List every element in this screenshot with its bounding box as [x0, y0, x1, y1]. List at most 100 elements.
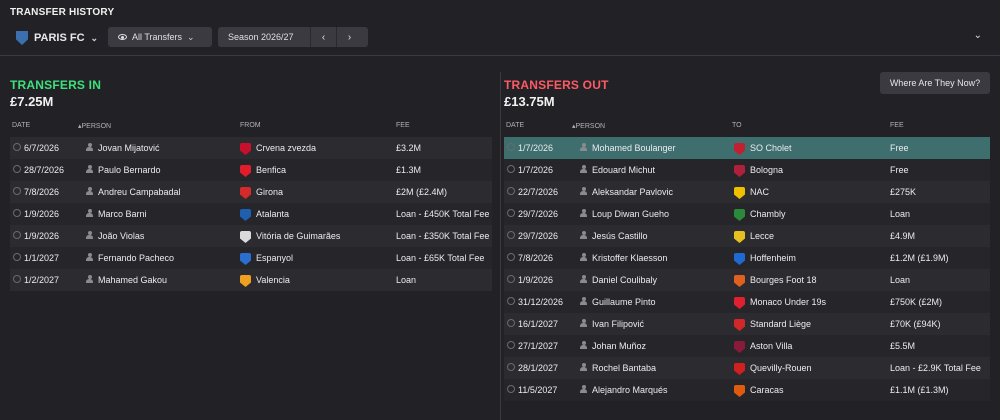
transfer-date: 29/7/2026	[518, 209, 559, 219]
player-name[interactable]: Daniel Coulibaly	[592, 275, 657, 285]
season-dropdown[interactable]: Season 2026/27	[218, 32, 310, 42]
transfer-fee: £1.3M	[396, 165, 422, 175]
column-header-date[interactable]: DATE	[12, 122, 30, 129]
table-row[interactable]: 7/8/2026 Andreu Campabadal Girona £2M (£2.4…	[10, 181, 492, 203]
player-name[interactable]: Alejandro Marqués	[592, 385, 668, 395]
player-name[interactable]: Kristoffer Klaesson	[592, 253, 667, 263]
transfer-date: 1/7/2026	[518, 165, 554, 175]
club-name[interactable]: Valencia	[256, 275, 290, 285]
player-name[interactable]: Mohamed Boulanger	[592, 143, 676, 153]
player-name[interactable]: Marco Barni	[98, 209, 147, 219]
club-name[interactable]: Chambly	[750, 209, 786, 219]
player-name[interactable]: Jesús Castillo	[592, 231, 648, 241]
table-row[interactable]: 6/7/2026 Jovan Mijatović Crvena zvezda £3.2…	[10, 137, 492, 159]
table-row[interactable]: 29/7/2026 Jesús Castillo Lecce £4.9M	[504, 225, 990, 247]
table-row[interactable]: 1/9/2026 Marco Barni Atalanta Loan - £450K …	[10, 203, 492, 225]
column-header-date[interactable]: DATE	[506, 122, 524, 129]
club-name[interactable]: Bologna	[750, 165, 783, 175]
club-name[interactable]: Monaco Under 19s	[750, 297, 826, 307]
column-header-from[interactable]: FROM	[240, 122, 261, 129]
table-row[interactable]: 1/7/2026 Mohamed Boulanger SO Cholet Free	[504, 137, 990, 159]
club-crest-icon	[734, 165, 745, 177]
transfer-fee: Loan - £65K Total Fee	[396, 253, 485, 263]
club-name[interactable]: Lecce	[750, 231, 774, 241]
club-crest-icon	[240, 275, 251, 287]
chevron-down-icon: ⌄	[90, 32, 99, 43]
club-name[interactable]: Crvena zvezda	[256, 143, 316, 153]
transfer-date: 1/9/2026	[518, 275, 554, 285]
player-name[interactable]: Rochel Bantaba	[592, 363, 656, 373]
club-name[interactable]: Vitória de Guimarães	[256, 231, 340, 241]
club-crest-icon	[734, 319, 745, 331]
club-crest-icon	[240, 253, 251, 265]
table-row[interactable]: 28/1/2027 Rochel Bantaba Quevilly-Rouen Loa…	[504, 357, 990, 379]
player-name[interactable]: Edouard Michut	[592, 165, 655, 175]
transfer-fee: £1.2M (£1.9M)	[890, 253, 949, 263]
player-name[interactable]: Andreu Campabadal	[98, 187, 181, 197]
clock-icon	[13, 143, 21, 151]
table-row[interactable]: 1/9/2026 Daniel Coulibaly Bourges Foot 18 L…	[504, 269, 990, 291]
table-row[interactable]: 27/1/2027 Johan Muñoz Aston Villa £5.5M	[504, 335, 990, 357]
next-season-button[interactable]: ›	[336, 27, 362, 47]
club-crest-icon	[240, 231, 251, 243]
transfer-fee: £3.2M	[396, 143, 422, 153]
clock-icon	[507, 231, 515, 239]
table-row[interactable]: 28/7/2026 Paulo Bernardo Benfica £1.3M	[10, 159, 492, 181]
player-name[interactable]: João Violas	[98, 231, 144, 241]
club-name[interactable]: NAC	[750, 187, 769, 197]
player-name[interactable]: Fernando Pacheco	[98, 253, 174, 263]
column-header-to[interactable]: TO	[732, 122, 742, 129]
transfer-date: 28/7/2026	[24, 165, 65, 175]
column-header-person[interactable]: ▴PERSON	[572, 122, 605, 130]
player-name[interactable]: Mahamed Gakou	[98, 275, 167, 285]
club-name[interactable]: Standard Liège	[750, 319, 811, 329]
collapse-chevron-icon[interactable]: ⌄	[974, 30, 982, 41]
where-are-they-now-button[interactable]: Where Are They Now?	[880, 72, 990, 94]
club-name[interactable]: Hoffenheim	[750, 253, 796, 263]
person-icon	[580, 319, 587, 327]
club-crest-icon	[240, 209, 251, 221]
club-name[interactable]: Benfica	[256, 165, 286, 175]
player-name[interactable]: Guillaume Pinto	[592, 297, 656, 307]
club-name[interactable]: Quevilly-Rouen	[750, 363, 812, 373]
column-header-fee[interactable]: FEE	[396, 122, 410, 129]
table-row[interactable]: 7/8/2026 Kristoffer Klaesson Hoffenheim £1.…	[504, 247, 990, 269]
clock-icon	[13, 165, 21, 173]
previous-season-button[interactable]: ‹	[310, 27, 336, 47]
transfers-out-rows: 1/7/2026 Mohamed Boulanger SO Cholet Free 1/…	[504, 137, 990, 401]
transfer-date: 1/9/2026	[24, 231, 60, 241]
person-icon	[580, 209, 587, 217]
table-row[interactable]: 11/5/2027 Alejandro Marqués Caracas £1.1M (…	[504, 379, 990, 401]
player-name[interactable]: Aleksandar Pavlovic	[592, 187, 673, 197]
table-row[interactable]: 1/1/2027 Fernando Pacheco Espanyol Loan - £…	[10, 247, 492, 269]
club-name[interactable]: Bourges Foot 18	[750, 275, 817, 285]
club-name[interactable]: Caracas	[750, 385, 784, 395]
transfer-filter-dropdown[interactable]: All Transfers ⌄	[108, 27, 212, 47]
club-crest-icon	[734, 143, 745, 155]
table-row[interactable]: 1/2/2027 Mahamed Gakou Valencia Loan	[10, 269, 492, 291]
club-name[interactable]: SO Cholet	[750, 143, 792, 153]
table-row[interactable]: 1/9/2026 João Violas Vitória de Guimarães L…	[10, 225, 492, 247]
table-row[interactable]: 22/7/2026 Aleksandar Pavlovic NAC £275K	[504, 181, 990, 203]
transfers-in-rows: 6/7/2026 Jovan Mijatović Crvena zvezda £3.2…	[10, 137, 492, 291]
column-header-fee[interactable]: FEE	[890, 122, 904, 129]
column-header-person[interactable]: ▴PERSON	[78, 122, 111, 130]
table-row[interactable]: 16/1/2027 Ivan Filipović Standard Liège £70…	[504, 313, 990, 335]
player-name[interactable]: Paulo Bernardo	[98, 165, 161, 175]
club-crest-icon	[734, 385, 745, 397]
table-row[interactable]: 31/12/2026 Guillaume Pinto Monaco Under 19…	[504, 291, 990, 313]
person-icon	[86, 187, 93, 195]
club-selector[interactable]: PARIS FC ⌄	[16, 28, 98, 48]
player-name[interactable]: Loup Diwan Gueho	[592, 209, 669, 219]
table-row[interactable]: 1/7/2026 Edouard Michut Bologna Free	[504, 159, 990, 181]
club-name[interactable]: Aston Villa	[750, 341, 792, 351]
club-name[interactable]: Espanyol	[256, 253, 293, 263]
transfers-out-total: £13.75M	[504, 94, 555, 109]
club-name[interactable]: Atalanta	[256, 209, 289, 219]
table-row[interactable]: 29/7/2026 Loup Diwan Gueho Chambly Loan	[504, 203, 990, 225]
player-name[interactable]: Jovan Mijatović	[98, 143, 160, 153]
person-icon	[580, 165, 587, 173]
player-name[interactable]: Johan Muñoz	[592, 341, 646, 351]
club-name[interactable]: Girona	[256, 187, 283, 197]
player-name[interactable]: Ivan Filipović	[592, 319, 644, 329]
